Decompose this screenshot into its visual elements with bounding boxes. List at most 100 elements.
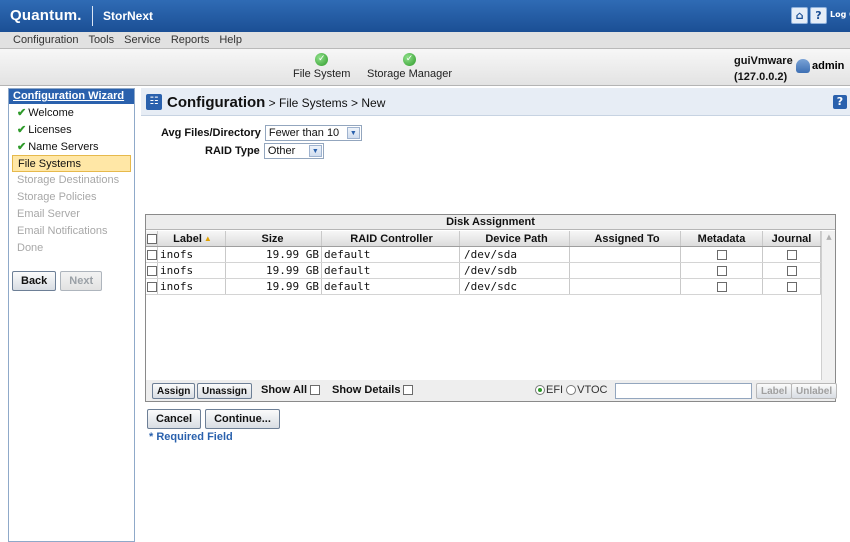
vtoc-option[interactable]: VTOC <box>566 384 607 396</box>
step-label: File Systems <box>18 158 81 170</box>
back-button[interactable]: Back <box>12 271 57 291</box>
menu-service[interactable]: Service <box>119 32 166 48</box>
journal-checkbox[interactable] <box>786 265 797 276</box>
page-help-icon[interactable]: ? <box>833 95 847 109</box>
row-checkbox[interactable] <box>146 281 157 292</box>
row-select-cell <box>146 279 158 294</box>
user-name: admin <box>812 60 845 72</box>
metadata-checkbox[interactable] <box>716 281 727 292</box>
journal-checkbox[interactable] <box>786 281 797 292</box>
select-all-checkbox[interactable] <box>146 233 157 244</box>
metadata-checkbox[interactable] <box>716 249 727 260</box>
cell-assigned-to <box>570 263 681 278</box>
scroll-up-icon[interactable]: ▲ <box>822 231 836 243</box>
vtoc-radio[interactable] <box>566 385 577 395</box>
table-header-row: Label ▲ Size RAID Controller Device Path … <box>146 231 821 247</box>
wizard-step-name-servers[interactable]: ✔ Name Servers <box>9 138 134 155</box>
wizard-step-storage-policies: Storage Policies <box>9 189 134 206</box>
step-label: Storage Policies <box>17 191 97 203</box>
step-label: Done <box>17 242 44 254</box>
label-button[interactable]: Label <box>756 383 793 399</box>
service-label: Storage Manager <box>367 68 452 80</box>
service-file-system[interactable]: ✓ File System <box>293 53 350 80</box>
efi-option[interactable]: EFI <box>535 384 563 396</box>
step-label: Email Server <box>17 208 80 220</box>
wizard-step-done: Done <box>9 240 134 257</box>
vtoc-label: VTOC <box>577 384 608 396</box>
table-row[interactable]: inofs 19.99 GB default /dev/sdc <box>146 279 821 295</box>
disk-assignment-panel: Disk Assignment Label ▲ Size RAID Control… <box>145 214 836 400</box>
menu-tools[interactable]: Tools <box>83 32 119 48</box>
cell-device-path: /dev/sdb <box>460 263 570 278</box>
column-label[interactable]: Label ▲ <box>158 231 226 246</box>
service-storage-manager[interactable]: ✓ Storage Manager <box>367 53 452 80</box>
wizard-step-licenses[interactable]: ✔ Licenses <box>9 121 134 138</box>
table-scrollbar[interactable]: ▲ ▼ <box>821 231 835 399</box>
disk-toolbar: Assign Unassign Show All Show Details EF… <box>145 380 838 402</box>
breadcrumb: Configuration > File Systems > New <box>167 94 385 111</box>
logoff-link[interactable]: Log Off <box>830 10 850 19</box>
step-label: Storage Destinations <box>17 174 120 186</box>
column-size[interactable]: Size <box>226 231 322 246</box>
form-actions: Cancel Continue... <box>147 409 280 429</box>
efi-radio[interactable] <box>535 385 545 395</box>
menu-help[interactable]: Help <box>214 32 247 48</box>
menu-configuration[interactable]: Configuration <box>8 32 83 48</box>
unassign-button[interactable]: Unassign <box>197 383 253 399</box>
configuration-icon: ☷ <box>146 94 162 110</box>
assign-button[interactable]: Assign <box>152 383 196 399</box>
home-icon[interactable]: ⌂ <box>791 7 808 24</box>
page-header: ☷ Configuration > File Systems > New ? <box>141 88 850 116</box>
row-checkbox[interactable] <box>146 265 157 276</box>
table-row[interactable]: inofs 19.99 GB default /dev/sda <box>146 247 821 263</box>
unlabel-button[interactable]: Unlabel <box>791 383 838 399</box>
check-icon: ✔ <box>17 124 27 136</box>
host-ip: (127.0.0.2) <box>734 71 788 83</box>
wizard-title[interactable]: Configuration Wizard <box>9 89 134 104</box>
host-name: guiVmware <box>734 55 793 67</box>
show-all-toggle[interactable]: Show All <box>261 384 321 396</box>
metadata-checkbox[interactable] <box>716 265 727 276</box>
table-row[interactable]: inofs 19.99 GB default /dev/sdb <box>146 263 821 279</box>
show-details-toggle[interactable]: Show Details <box>332 384 414 396</box>
column-journal[interactable]: Journal <box>763 231 821 246</box>
raid-type-select[interactable]: Other ▼ <box>263 143 324 159</box>
column-metadata[interactable]: Metadata <box>681 231 763 246</box>
step-label: Email Notifications <box>17 225 108 237</box>
cell-device-path: /dev/sdc <box>460 279 570 294</box>
row-checkbox[interactable] <box>146 249 157 260</box>
current-user[interactable]: admin <box>796 59 844 73</box>
column-assigned-to[interactable]: Assigned To <box>570 231 681 246</box>
show-details-checkbox[interactable] <box>403 385 414 395</box>
row-select-cell <box>146 263 158 278</box>
cancel-button[interactable]: Cancel <box>147 409 202 429</box>
status-ok-icon: ✓ <box>315 53 329 66</box>
raid-type-value: Other <box>267 145 296 157</box>
check-icon: ✔ <box>17 141 27 153</box>
label-name-input[interactable] <box>615 383 752 399</box>
brand-separator <box>92 6 93 26</box>
wizard-step-file-systems[interactable]: File Systems <box>12 155 131 172</box>
avg-files-select[interactable]: Fewer than 10 ▼ <box>264 125 362 141</box>
show-all-checkbox[interactable] <box>310 385 321 395</box>
continue-button[interactable]: Continue... <box>205 409 280 429</box>
cell-raid-controller: default <box>322 263 460 278</box>
avg-files-value: Fewer than 10 <box>268 127 340 139</box>
host-info: guiVmware (127.0.0.2) <box>734 53 793 85</box>
cell-raid-controller: default <box>322 279 460 294</box>
journal-checkbox[interactable] <box>786 249 797 260</box>
product-name: StorNext <box>103 9 154 23</box>
cell-metadata <box>681 279 763 294</box>
next-button[interactable]: Next <box>60 271 103 291</box>
column-label-text: Label <box>173 232 202 245</box>
menu-reports[interactable]: Reports <box>166 32 215 48</box>
cell-size: 19.99 GB <box>226 263 322 278</box>
show-all-label: Show All <box>261 384 308 396</box>
efi-label: EFI <box>546 384 564 396</box>
wizard-step-welcome[interactable]: ✔ Welcome <box>9 104 134 121</box>
step-label: Name Servers <box>28 141 99 153</box>
column-device-path[interactable]: Device Path <box>460 231 570 246</box>
help-icon[interactable]: ? <box>810 7 827 24</box>
column-raid-controller[interactable]: RAID Controller <box>322 231 460 246</box>
cell-journal <box>763 247 821 262</box>
